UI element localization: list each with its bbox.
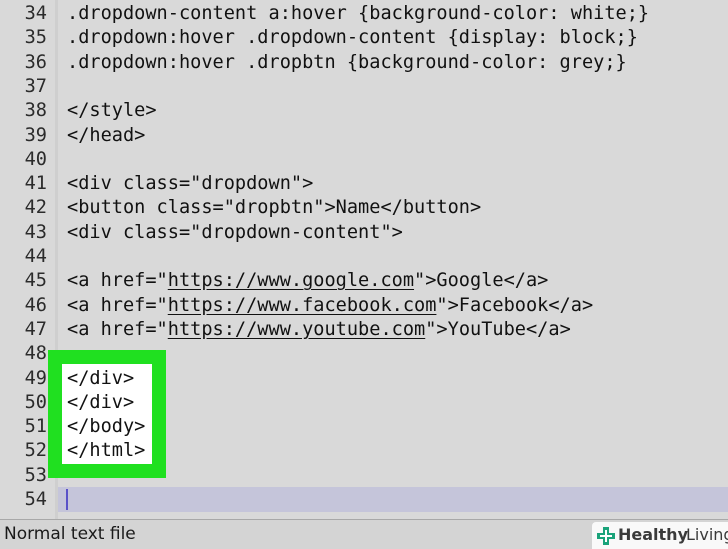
- watermark-brand-light: Living: [686, 525, 728, 544]
- line-number: 40: [24, 148, 47, 170]
- line-number: 35: [24, 27, 47, 49]
- line-text: .dropdown-content a:hover {background-co…: [67, 3, 650, 24]
- line-text: .dropdown:hover .dropdown-content {displ…: [67, 27, 638, 49]
- line-text: </html>: [67, 440, 146, 462]
- plus-logo-icon: [597, 527, 615, 545]
- line-number: 53: [24, 464, 47, 486]
- line-number: 51: [24, 416, 47, 438]
- line-text: </div>: [67, 367, 135, 389]
- line-text-suffix: ">YouTube</a>: [425, 318, 571, 340]
- line-number: 42: [24, 197, 47, 219]
- code-line[interactable]: 42 <button class="dropbtn">Name</button>: [0, 196, 728, 220]
- line-number: 48: [24, 343, 47, 365]
- code-line[interactable]: 54: [0, 488, 728, 512]
- line-text: <div class="dropdown">: [67, 173, 314, 195]
- line-text: </head>: [67, 124, 146, 146]
- code-line[interactable]: 52 </html>: [0, 439, 728, 463]
- file-type-label: Normal text file: [4, 524, 136, 544]
- line-text-suffix: ">Facebook</a>: [436, 294, 594, 316]
- line-text: .dropdown:hover .dropbtn {background-col…: [67, 51, 627, 73]
- line-text: <a href="https://www.youtube.com">YouTub…: [67, 318, 571, 342]
- line-text: </style>: [67, 100, 157, 122]
- line-text: <div class="dropdown-content">: [67, 221, 403, 243]
- code-line[interactable]: 46 <a href="https://www.facebook.com">Fac…: [0, 294, 728, 318]
- code-line[interactable]: 45 <a href="https://www.google.com">Googl…: [0, 269, 728, 293]
- line-number: 49: [24, 367, 47, 389]
- code-line[interactable]: 35 .dropdown:hover .dropdown-content {dis…: [0, 26, 728, 50]
- url-link[interactable]: https://www.youtube.com: [168, 319, 425, 340]
- line-number: 54: [24, 489, 47, 510]
- line-number: 46: [24, 294, 47, 316]
- line-text-prefix: <a href=": [67, 270, 168, 292]
- brand-watermark: Healthy Living: [592, 522, 728, 549]
- line-number: 44: [24, 246, 47, 267]
- code-line[interactable]: 47 <a href="https://www.youtube.com">YouT…: [0, 318, 728, 342]
- code-line[interactable]: 48: [0, 342, 728, 366]
- line-number: 52: [24, 440, 47, 462]
- line-text: </div>: [67, 391, 135, 413]
- line-number: 47: [24, 318, 47, 340]
- line-text-suffix: ">Google</a>: [414, 270, 549, 292]
- line-number: 50: [24, 391, 47, 413]
- line-number: 41: [24, 173, 47, 195]
- code-line[interactable]: 38 </style>: [0, 99, 728, 123]
- code-line[interactable]: 36 .dropdown:hover .dropbtn {background-c…: [0, 51, 728, 75]
- line-number: 39: [24, 124, 47, 146]
- line-number: 36: [24, 51, 47, 73]
- code-line[interactable]: 44: [0, 245, 728, 269]
- code-line[interactable]: 53: [0, 464, 728, 488]
- line-text-prefix: <a href=": [67, 294, 168, 316]
- line-text: </body>: [67, 416, 146, 438]
- code-line[interactable]: 43 <div class="dropdown-content">: [0, 221, 728, 245]
- line-number: 38: [24, 100, 47, 122]
- code-editor[interactable]: 34 .dropdown-content a:hover {background-…: [0, 0, 728, 519]
- line-text: <a href="https://www.facebook.com">Faceb…: [67, 294, 593, 318]
- line-text-prefix: <a href=": [67, 318, 168, 340]
- line-number: 37: [24, 75, 47, 97]
- watermark-brand-bold: Healthy: [618, 525, 688, 544]
- line-number: 45: [24, 270, 47, 292]
- code-line[interactable]: 50 </div>: [0, 391, 728, 415]
- code-line[interactable]: 39 </head>: [0, 124, 728, 148]
- code-line[interactable]: 51 </body>: [0, 415, 728, 439]
- url-link[interactable]: https://www.facebook.com: [168, 295, 437, 316]
- url-link[interactable]: https://www.google.com: [168, 270, 414, 291]
- code-line[interactable]: 41 <div class="dropdown">: [0, 172, 728, 196]
- line-number: 43: [24, 221, 47, 243]
- line-text: <a href="https://www.google.com">Google<…: [67, 269, 548, 293]
- line-number: 34: [24, 3, 47, 24]
- code-line[interactable]: 34 .dropdown-content a:hover {background-…: [0, 2, 728, 26]
- line-text: <button class="dropbtn">Name</button>: [67, 197, 482, 219]
- code-line[interactable]: 37: [0, 75, 728, 99]
- code-line[interactable]: 40: [0, 148, 728, 172]
- code-line[interactable]: 49 </div>: [0, 367, 728, 391]
